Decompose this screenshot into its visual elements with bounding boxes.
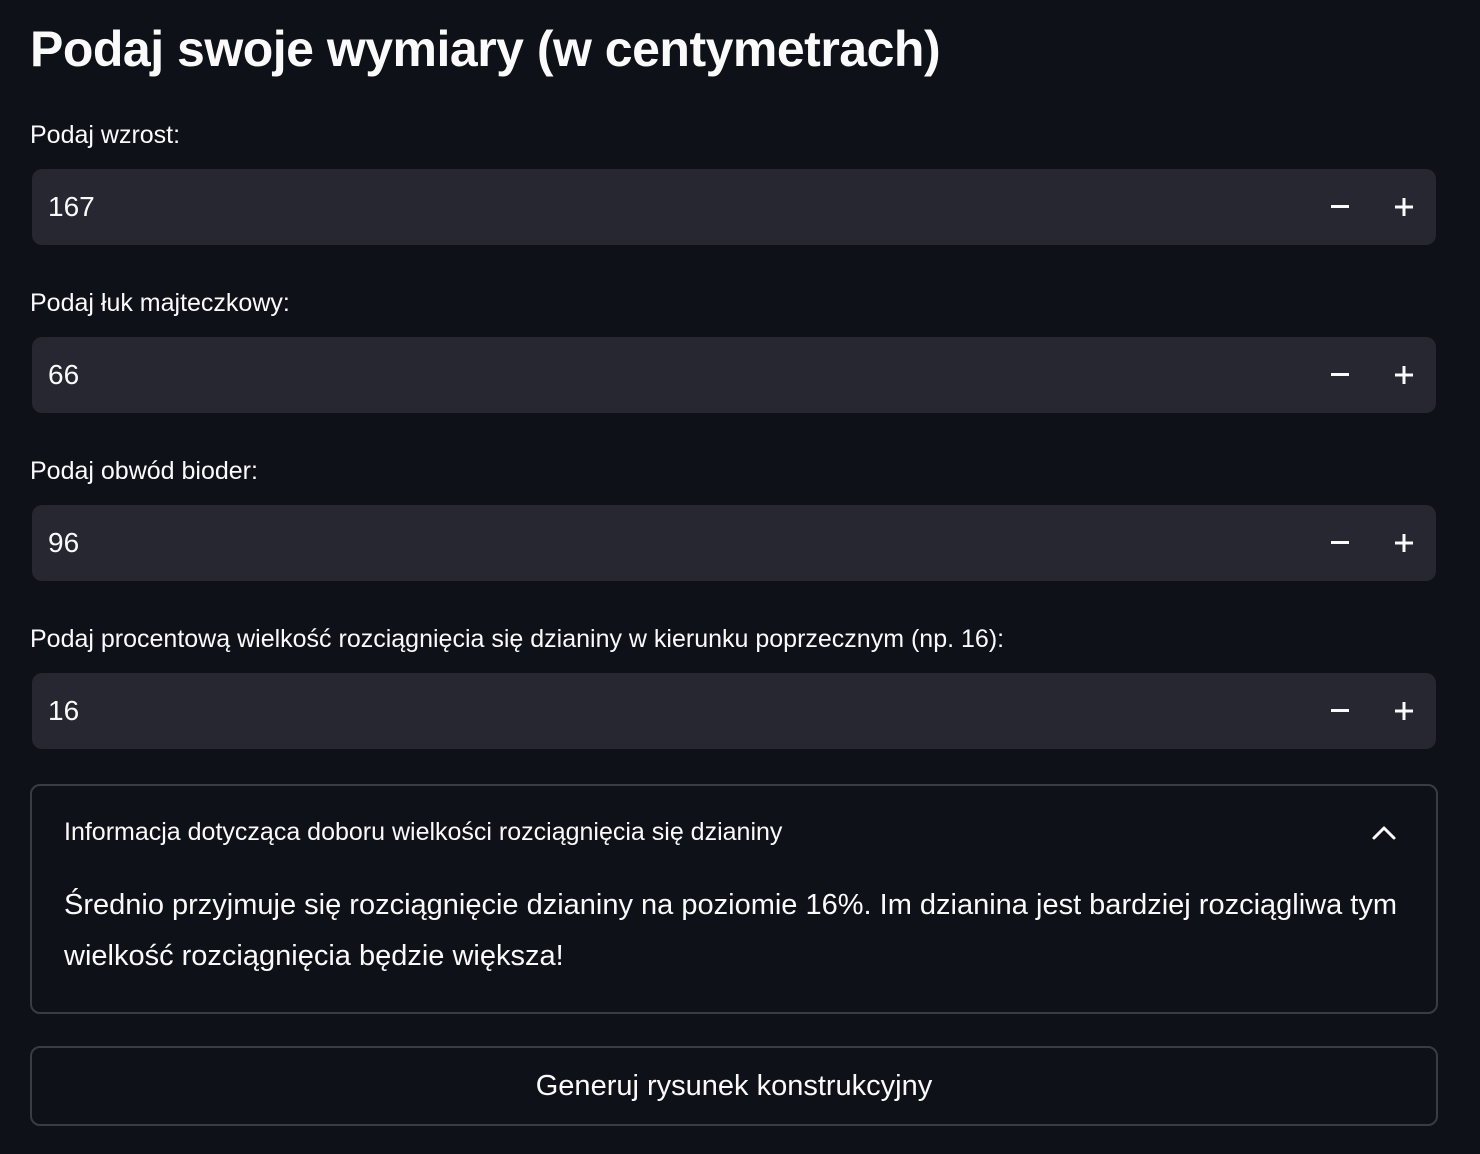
- minus-icon: [1331, 709, 1349, 712]
- stretch-percent-label: Podaj procentową wielkość rozciągnięcia …: [30, 625, 1005, 653]
- height-label: Podaj wzrost:: [30, 121, 181, 149]
- plus-icon: [1395, 702, 1413, 720]
- height-decrement-button[interactable]: [1308, 169, 1372, 245]
- plus-icon: [1395, 534, 1413, 552]
- hip-circumference-number-input: [32, 504, 1436, 582]
- crotch-arc-label: Podaj łuk majteczkowy:: [30, 289, 290, 317]
- chevron-up-icon: [1372, 826, 1396, 840]
- minus-icon: [1331, 205, 1349, 208]
- height-field[interactable]: [32, 168, 1308, 246]
- crotch-arc-field[interactable]: [32, 336, 1308, 414]
- expander-body-text: Średnio przyjmuje się rozciągnięcie dzia…: [64, 889, 1398, 972]
- height-increment-button[interactable]: [1372, 169, 1436, 245]
- minus-icon: [1331, 541, 1349, 544]
- minus-icon: [1331, 373, 1349, 376]
- hip-circumference-label: Podaj obwód bioder:: [30, 457, 258, 485]
- crotch-arc-number-input: [32, 336, 1436, 414]
- stretch-percent-decrement-button[interactable]: [1308, 673, 1372, 749]
- generate-drawing-button[interactable]: Generuj rysunek konstrukcyjny: [30, 1046, 1438, 1126]
- stretch-info-expander: Informacja dotycząca doboru wielkości ro…: [30, 784, 1438, 1014]
- expander-header[interactable]: Informacja dotycząca doboru wielkości ro…: [32, 786, 1436, 878]
- stretch-percent-field[interactable]: [32, 672, 1308, 750]
- plus-icon: [1395, 366, 1413, 384]
- hip-circumference-field[interactable]: [32, 504, 1308, 582]
- crotch-arc-increment-button[interactable]: [1372, 337, 1436, 413]
- stretch-percent-number-input: [32, 672, 1436, 750]
- hip-circumference-decrement-button[interactable]: [1308, 505, 1372, 581]
- plus-icon: [1395, 198, 1413, 216]
- crotch-arc-decrement-button[interactable]: [1308, 337, 1372, 413]
- page-title: Podaj swoje wymiary (w centymetrach): [30, 21, 941, 77]
- expander-title: Informacja dotycząca doboru wielkości ro…: [64, 818, 783, 846]
- hip-circumference-increment-button[interactable]: [1372, 505, 1436, 581]
- stretch-percent-increment-button[interactable]: [1372, 673, 1436, 749]
- height-number-input: [32, 168, 1436, 246]
